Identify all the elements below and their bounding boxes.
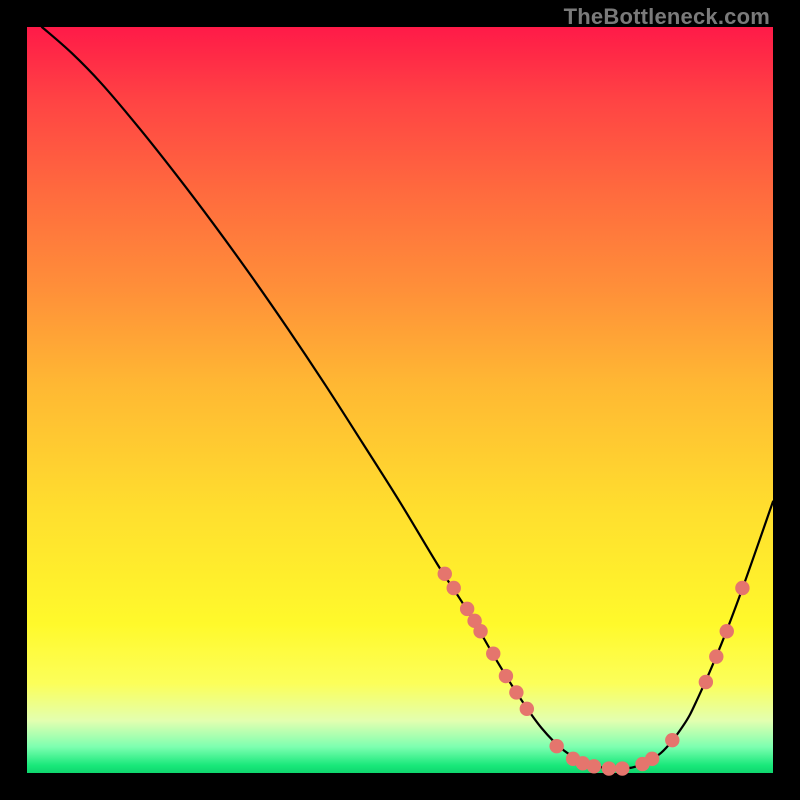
- curve-marker: [615, 761, 629, 775]
- curve-marker: [486, 646, 500, 660]
- curve-marker: [549, 739, 563, 753]
- curve-marker: [438, 567, 452, 581]
- curve-marker: [709, 649, 723, 663]
- curve-marker: [509, 685, 523, 699]
- chart-container: TheBottleneck.com: [0, 0, 800, 800]
- marker-group: [438, 567, 750, 776]
- curve-layer: [27, 27, 773, 773]
- curve-marker: [602, 761, 616, 775]
- curve-marker: [665, 733, 679, 747]
- curve-marker: [587, 759, 601, 773]
- plot-area: [27, 27, 773, 773]
- curve-marker: [720, 624, 734, 638]
- curve-marker: [473, 624, 487, 638]
- curve-marker: [699, 675, 713, 689]
- curve-marker: [520, 702, 534, 716]
- bottleneck-curve: [42, 27, 773, 769]
- curve-marker: [735, 581, 749, 595]
- curve-marker: [447, 581, 461, 595]
- curve-marker: [499, 669, 513, 683]
- curve-marker: [460, 602, 474, 616]
- curve-marker: [645, 752, 659, 766]
